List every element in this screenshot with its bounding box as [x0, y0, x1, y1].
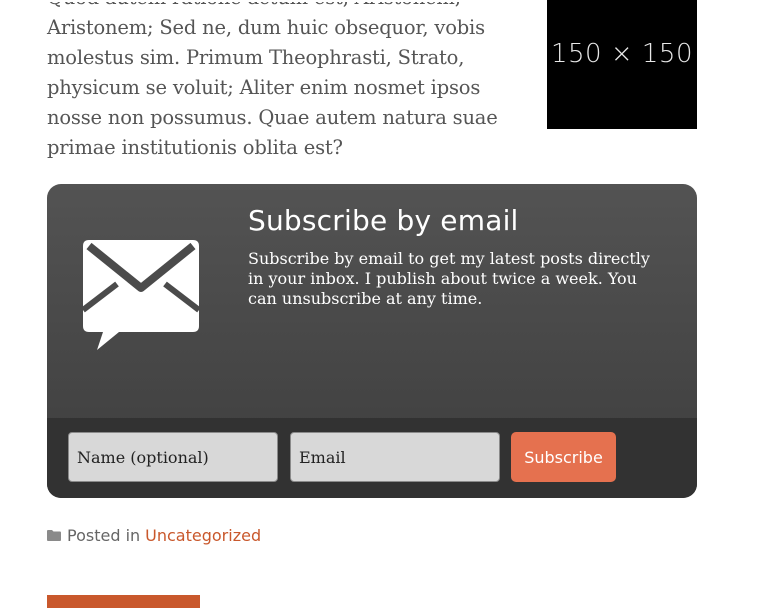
placeholder-image-label: 150 × 150 — [550, 39, 694, 69]
subscribe-widget: Subscribe by email Subscribe by email to… — [47, 184, 697, 498]
article-body-text: Aristonem; Sed ne, dum huic obsequor, vo… — [47, 16, 498, 159]
subscribe-form: Subscribe — [47, 418, 697, 498]
article-cropped-line: Quod autem ratione actum est, Aristonem; — [47, 2, 517, 13]
post-meta: Posted in Uncategorized — [47, 524, 261, 546]
placeholder-image: 150 × 150 — [547, 0, 697, 129]
subscribe-description: Subscribe by email to get my latest post… — [248, 249, 650, 308]
posted-in-label: Posted in — [67, 525, 141, 545]
folder-icon — [47, 529, 61, 541]
name-input[interactable] — [68, 432, 278, 482]
subscribe-button[interactable]: Subscribe — [511, 432, 616, 482]
article-paragraph: Quod autem ratione actum est, Aristonem;… — [47, 0, 517, 163]
next-section-banner — [47, 595, 200, 608]
envelope-chat-icon — [83, 240, 199, 350]
email-input[interactable] — [290, 432, 500, 482]
category-link[interactable]: Uncategorized — [145, 526, 261, 545]
subscribe-title: Subscribe by email — [248, 204, 519, 237]
